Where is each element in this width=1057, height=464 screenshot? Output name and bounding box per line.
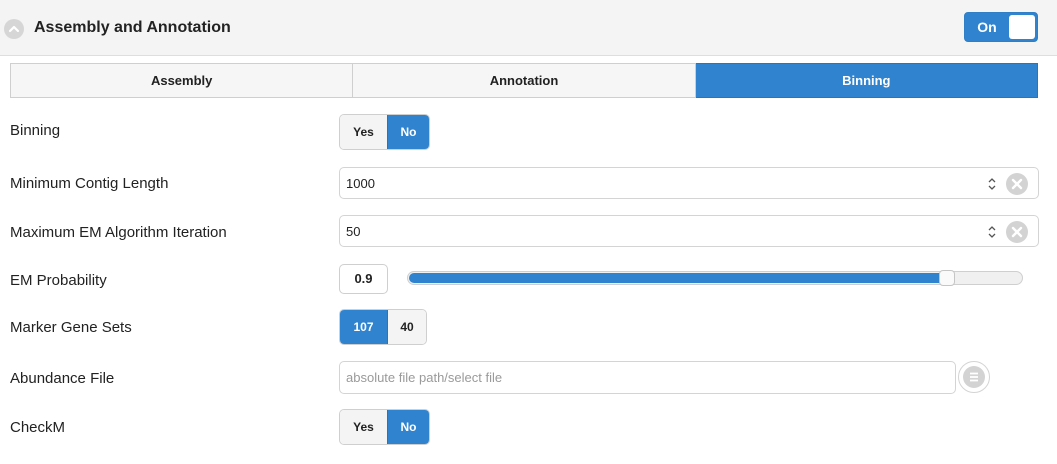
tab-annotation[interactable]: Annotation: [353, 63, 696, 98]
binning-yes-button[interactable]: Yes: [340, 115, 387, 149]
checkm-yes-button[interactable]: Yes: [340, 410, 387, 444]
section-header: Assembly and Annotation On: [0, 0, 1057, 56]
tab-assembly[interactable]: Assembly: [10, 63, 354, 98]
checkm-no-button[interactable]: No: [387, 410, 429, 444]
min-contig-value: 1000: [346, 176, 375, 191]
abundance-file-label: Abundance File: [10, 370, 115, 387]
slider-handle[interactable]: [939, 270, 955, 286]
max-em-label: Maximum EM Algorithm Iteration: [10, 224, 227, 241]
marker-gene-sets-label: Marker Gene Sets: [10, 319, 132, 336]
list-browse-icon[interactable]: [958, 361, 990, 393]
number-spinner-icon[interactable]: [988, 177, 996, 191]
em-probability-value: 0.9: [339, 264, 388, 294]
section-title: Assembly and Annotation: [34, 19, 231, 36]
max-em-input[interactable]: 50: [339, 215, 1039, 247]
slider-fill: [409, 273, 948, 283]
section-toggle[interactable]: On: [964, 12, 1038, 42]
tab-bar: Assembly Annotation Binning: [10, 63, 1038, 98]
marker-gene-sets-group: 107 40: [339, 309, 427, 345]
binning-label: Binning: [10, 122, 61, 139]
marker-gene-set-40-button[interactable]: 40: [387, 310, 426, 344]
marker-gene-set-107-button[interactable]: 107: [340, 310, 387, 344]
abundance-file-input[interactable]: [339, 361, 956, 394]
toggle-label: On: [977, 19, 997, 35]
checkm-toggle-group: Yes No: [339, 409, 430, 445]
toggle-knob: [1009, 15, 1035, 39]
min-contig-input[interactable]: 1000: [339, 167, 1039, 199]
min-contig-label: Minimum Contig Length: [10, 175, 169, 192]
binning-no-button[interactable]: No: [387, 115, 429, 149]
max-em-value: 50: [346, 224, 361, 239]
em-probability-slider[interactable]: [407, 270, 1023, 286]
checkm-label: CheckM: [10, 419, 66, 436]
chevron-up-circle-icon[interactable]: [4, 19, 24, 39]
clear-circle-x-icon[interactable]: [1006, 221, 1028, 243]
list-icon: [963, 366, 985, 388]
em-probability-label: EM Probability: [10, 272, 107, 289]
binning-toggle-group: Yes No: [339, 114, 430, 150]
number-spinner-icon[interactable]: [988, 225, 996, 239]
clear-circle-x-icon[interactable]: [1006, 173, 1028, 195]
tab-binning[interactable]: Binning: [695, 63, 1038, 98]
